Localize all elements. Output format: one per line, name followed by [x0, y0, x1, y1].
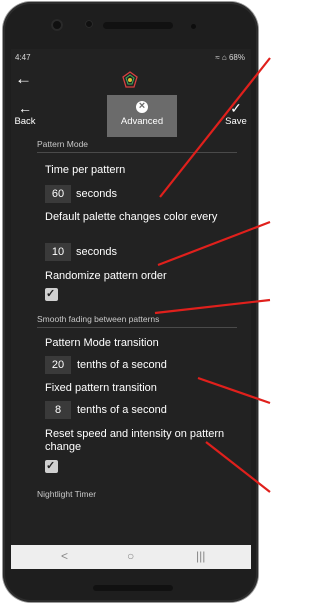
section-header-smooth-fading: Smooth fading between patterns — [37, 314, 160, 324]
checkmark-icon: ✓ — [230, 100, 242, 116]
nav-home-button[interactable]: ○ — [127, 549, 134, 563]
randomize-checkbox[interactable] — [45, 287, 58, 301]
fixed-transition-unit: tenths of a second — [77, 404, 167, 416]
back-button[interactable]: ← Back — [11, 95, 39, 137]
reset-speed-label: Reset speed and intensity on pattern cha… — [45, 428, 225, 453]
randomize-label: Randomize pattern order — [45, 270, 167, 282]
advanced-button[interactable]: Advanced — [107, 95, 177, 137]
time-per-pattern-label: Time per pattern — [45, 164, 126, 176]
pattern-transition-unit: tenths of a second — [77, 359, 167, 371]
divider — [37, 327, 237, 328]
reset-speed-checkbox[interactable] — [45, 459, 58, 473]
status-indicators: ≈ ⌂ 68% — [215, 53, 245, 62]
advanced-button-label: Advanced — [120, 116, 164, 127]
nav-recents-button[interactable]: ||| — [196, 549, 205, 563]
close-circle-icon — [136, 99, 148, 113]
pattern-transition-input[interactable]: 20 — [45, 356, 71, 374]
status-time: 4:47 — [15, 53, 31, 62]
toolbar: ← Back Advanced ✓ Save — [11, 95, 251, 137]
front-camera-secondary — [85, 20, 93, 28]
palette-change-label: Default palette changes color every — [45, 211, 218, 223]
palette-change-input[interactable]: 10 — [45, 243, 71, 261]
time-per-pattern-unit: seconds — [76, 188, 117, 200]
earpiece-speaker — [103, 22, 173, 29]
section-header-pattern-mode: Pattern Mode — [37, 139, 89, 149]
app-logo-icon — [122, 71, 138, 88]
screen: 4:47 ≈ ⌂ 68% ← ← Back Advanced ✓ Save — [11, 49, 251, 569]
save-button[interactable]: ✓ Save — [221, 95, 251, 137]
phone-frame: 4:47 ≈ ⌂ 68% ← ← Back Advanced ✓ Save — [3, 2, 258, 602]
system-nav-bar: < ○ ||| — [11, 545, 251, 569]
arrow-left-icon[interactable]: ← — [15, 70, 32, 87]
nav-back-button[interactable]: < — [61, 549, 68, 563]
fixed-transition-input[interactable]: 8 — [45, 401, 71, 419]
bottom-speaker — [93, 585, 173, 591]
status-bar: 4:47 ≈ ⌂ 68% — [11, 49, 251, 65]
fixed-transition-label: Fixed pattern transition — [45, 382, 157, 394]
app-bar: ← — [11, 65, 251, 95]
proximity-sensor — [191, 24, 196, 29]
divider — [37, 152, 237, 153]
palette-change-unit: seconds — [76, 246, 117, 258]
pattern-transition-label: Pattern Mode transition — [45, 337, 159, 349]
arrow-left-icon: ← — [18, 100, 32, 116]
section-header-nightlight: Nightlight Timer — [37, 489, 97, 499]
front-camera — [51, 19, 63, 31]
save-button-label: Save — [225, 116, 247, 127]
time-per-pattern-input[interactable]: 60 — [45, 185, 71, 203]
back-button-label: Back — [14, 116, 36, 127]
